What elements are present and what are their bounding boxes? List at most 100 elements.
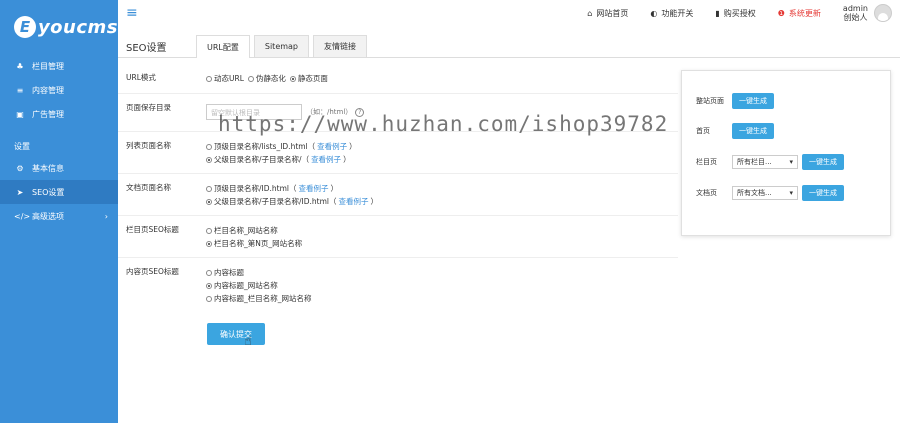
radio-checked-icon	[206, 282, 212, 289]
whole-site-row: 整站页面 一键生成	[696, 93, 774, 109]
sidebar-item-label: 高级选项	[32, 211, 64, 221]
select-value: 所有文档...	[737, 189, 772, 197]
alert-icon: ❶	[777, 8, 785, 18]
content-seo-label: 内容页SEO标题	[126, 267, 179, 276]
option-label: 静态页面	[297, 74, 328, 83]
radio-checked-icon	[206, 156, 212, 163]
example-link[interactable]: 查看例子	[298, 183, 328, 194]
bookmark-icon: ▮	[715, 8, 720, 18]
top-links: ⌂ 网站首页 ◐ 功能开关 ▮ 购买授权 ❶ 系统更新 admin 创始人	[587, 0, 900, 26]
doc-label: 文档页	[696, 189, 717, 197]
list-icon: ≡	[16, 85, 24, 95]
sitemap-icon: ♣	[16, 61, 24, 71]
system-update-label: 系统更新	[788, 8, 821, 18]
content-seo-option[interactable]: 内容标题_网站名称	[206, 279, 312, 292]
feature-switch-link[interactable]: ◐ 功能开关	[650, 8, 693, 19]
whole-site-label: 整站页面	[696, 97, 724, 105]
logo-mark: E	[14, 16, 36, 38]
generate-panel: 整站页面 一键生成 首页 一键生成 栏目页 所有栏目... ▾ 一键生成 文档页 …	[681, 70, 891, 236]
sidebar-item-content[interactable]: ≡ 内容管理	[0, 78, 118, 102]
option-label: 父级目录名称/子目录名称/	[214, 155, 302, 164]
content-seo-option[interactable]: 内容标题_栏目名称_网站名称	[206, 292, 312, 305]
example-link[interactable]: 查看例子	[311, 154, 341, 165]
home-label: 首页	[696, 127, 710, 135]
generate-column-button[interactable]: 一键生成	[802, 154, 844, 170]
url-mode-pseudo-static[interactable]: 伪静态化	[247, 72, 286, 85]
list-seo-option[interactable]: 栏目名称_网站名称	[206, 224, 302, 237]
content-seo-options: 内容标题 内容标题_网站名称 内容标题_栏目名称_网站名称	[206, 266, 312, 305]
option-label: 父级目录名称/子目录名称/ID.html	[214, 197, 330, 206]
doc-name-row: 文档页面名称 顶级目录名称/ID.html （查看例子） 父级目录名称/子目录名称…	[118, 174, 678, 216]
buy-license-label: 购买授权	[723, 8, 756, 18]
feature-switch-label: 功能开关	[661, 8, 694, 18]
radio-icon	[206, 143, 212, 150]
content-seo-row: 内容页SEO标题 内容标题 内容标题_网站名称 内容标题_栏目名称_网站名称	[118, 258, 678, 314]
user-info[interactable]: admin 创始人	[843, 4, 868, 22]
example-link[interactable]: 查看例子	[339, 196, 369, 207]
system-update-link[interactable]: ❶ 系统更新	[778, 8, 821, 19]
option-label: 伪静态化	[255, 74, 286, 83]
sidebar-item-label: SEO设置	[32, 187, 65, 197]
tab-sitemap[interactable]: Sitemap	[253, 35, 310, 57]
sidebar-item-advanced[interactable]: </> 高级选项 ›	[0, 204, 118, 228]
column-select[interactable]: 所有栏目... ▾	[732, 155, 798, 169]
watermark: https://www.huzhan.com/ishop39782	[218, 112, 669, 136]
radio-icon	[206, 269, 212, 276]
home-icon: ⌂	[587, 8, 593, 18]
url-mode-row: URL模式 动态URL 伪静态化 静态页面	[118, 64, 678, 94]
url-mode-static[interactable]: 静态页面	[289, 72, 328, 85]
sidebar-item-seo[interactable]: ➤ SEO设置	[0, 180, 118, 204]
sidebar-item-label: 基本信息	[32, 163, 64, 173]
doc-name-option[interactable]: 顶级目录名称/ID.html （查看例子）	[206, 182, 378, 195]
option-label: 内容标题_栏目名称_网站名称	[214, 294, 312, 303]
doc-name-option[interactable]: 父级目录名称/子目录名称/ID.html （查看例子）	[206, 195, 378, 208]
menu-toggle-icon[interactable]: ≡	[126, 5, 138, 21]
content-seo-option[interactable]: 内容标题	[206, 266, 312, 279]
hand-cursor-icon: ☝	[244, 334, 252, 349]
image-icon: ▣	[16, 109, 24, 119]
list-name-option[interactable]: 顶级目录名称/lists_ID.html （查看例子）	[206, 140, 357, 153]
dropdown-arrow-icon: ▾	[789, 158, 793, 166]
option-label: 栏目名称_第N页_网站名称	[214, 239, 303, 248]
tab-url-config[interactable]: URL配置	[196, 35, 250, 58]
example-link[interactable]: 查看例子	[317, 141, 347, 152]
list-seo-option[interactable]: 栏目名称_第N页_网站名称	[206, 237, 302, 250]
radio-icon	[206, 227, 212, 234]
gear-icon: ⚙	[16, 163, 24, 173]
list-name-option[interactable]: 父级目录名称/子目录名称/（查看例子）	[206, 153, 357, 166]
chevron-right-icon: ›	[104, 211, 108, 221]
radio-icon	[247, 75, 254, 82]
generate-whole-site-button[interactable]: 一键生成	[732, 93, 774, 109]
avatar[interactable]	[874, 4, 892, 22]
page-title: SEO设置	[126, 43, 167, 54]
column-label: 栏目页	[696, 158, 717, 166]
url-mode-dynamic[interactable]: 动态URL	[206, 72, 244, 85]
code-icon: </>	[14, 211, 31, 221]
list-name-row: 列表页面名称 顶级目录名称/lists_ID.html （查看例子） 父级目录名称…	[118, 132, 678, 174]
site-home-label: 网站首页	[596, 8, 629, 18]
sidebar-item-label: 栏目管理	[32, 61, 64, 71]
page-header: SEO设置 URL配置 Sitemap 友情链接	[118, 35, 900, 58]
tab-friend-links[interactable]: 友情链接	[313, 35, 368, 57]
submit-button[interactable]: 确认提交	[207, 323, 265, 345]
list-name-options: 顶级目录名称/lists_ID.html （查看例子） 父级目录名称/子目录名称/…	[206, 140, 357, 166]
generate-doc-button[interactable]: 一键生成	[802, 185, 844, 201]
tab-bar: URL配置 Sitemap 友情链接	[196, 35, 371, 58]
sidebar-item-basic-info[interactable]: ⚙ 基本信息	[0, 156, 118, 180]
select-value: 所有栏目...	[737, 158, 772, 166]
list-name-label: 列表页面名称	[126, 141, 171, 150]
option-label: 内容标题_网站名称	[214, 281, 278, 290]
radio-icon	[206, 185, 212, 192]
radio-icon	[206, 295, 212, 302]
logo-text: youcms	[37, 16, 118, 38]
generate-home-button[interactable]: 一键生成	[732, 123, 774, 139]
doc-name-label: 文档页面名称	[126, 183, 171, 192]
avatar-silhouette-icon	[878, 13, 888, 21]
save-dir-label: 页面保存目录	[126, 103, 171, 112]
sidebar-item-ads[interactable]: ▣ 广告管理	[0, 102, 118, 126]
buy-license-link[interactable]: ▮ 购买授权	[715, 8, 755, 19]
doc-select[interactable]: 所有文档... ▾	[732, 186, 798, 200]
logo[interactable]: E youcms	[0, 0, 118, 54]
site-home-link[interactable]: ⌂ 网站首页	[587, 8, 628, 19]
sidebar-item-columns[interactable]: ♣ 栏目管理	[0, 54, 118, 78]
